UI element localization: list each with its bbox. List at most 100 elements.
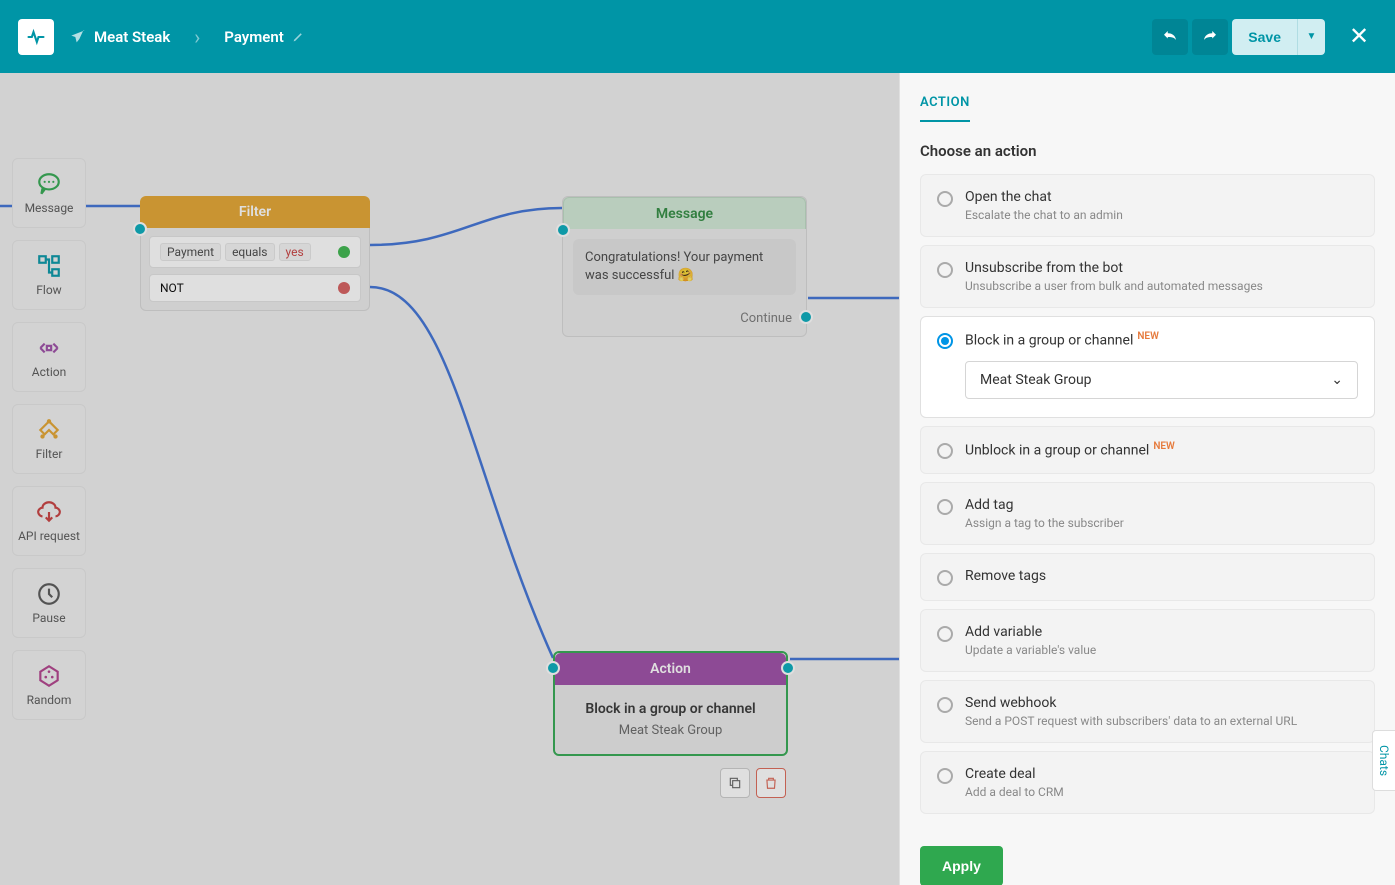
action-node-body: Block in a group or channel Meat Steak G… — [555, 685, 786, 754]
filter-field: Payment — [160, 243, 221, 261]
sidebar-item-label: Flow — [36, 283, 61, 297]
opt-title: Unblock in a group or channelNEW — [965, 441, 1358, 459]
port-in[interactable] — [546, 661, 560, 675]
undo-button[interactable] — [1152, 19, 1188, 55]
node-toolbar — [720, 768, 786, 798]
port-false[interactable] — [338, 282, 350, 294]
sidebar-item-api[interactable]: API request — [12, 486, 86, 556]
option-add-variable[interactable]: Add variable Update a variable's value — [920, 609, 1375, 672]
opt-desc: Update a variable's value — [965, 643, 1358, 657]
api-icon — [36, 499, 62, 525]
chats-tab[interactable]: Chats — [1372, 730, 1395, 791]
pause-icon — [36, 581, 62, 607]
opt-desc: Add a deal to CRM — [965, 785, 1358, 799]
undo-icon — [1161, 28, 1179, 46]
radio[interactable] — [937, 443, 953, 459]
opt-title: Create deal — [965, 766, 1358, 782]
bot-name: Meat Steak — [94, 28, 170, 46]
radio[interactable] — [937, 333, 953, 349]
opt-title: Send webhook — [965, 695, 1358, 711]
delete-node-button[interactable] — [756, 768, 786, 798]
port-out[interactable] — [799, 310, 813, 324]
sidebar-item-filter[interactable]: Filter — [12, 404, 86, 474]
radio[interactable] — [937, 499, 953, 515]
panel-heading: Choose an action — [920, 142, 1375, 160]
filter-rule[interactable]: Payment equals yes — [149, 236, 361, 268]
chevron-down-icon: ⌄ — [1331, 372, 1343, 388]
sidebar-item-random[interactable]: Random — [12, 650, 86, 720]
random-icon — [36, 663, 62, 689]
breadcrumb-separator: › — [194, 25, 200, 49]
save-button[interactable]: Save — [1232, 19, 1297, 55]
action-main-title: Block in a group or channel — [567, 701, 774, 717]
message-node[interactable]: Message Congratulations! Your payment wa… — [562, 196, 807, 337]
filter-node-body: Payment equals yes NOT — [140, 228, 370, 311]
option-block[interactable]: Block in a group or channelNEW Meat Stea… — [920, 316, 1375, 418]
sidebar-item-flow[interactable]: Flow — [12, 240, 86, 310]
sidebar-item-label: Message — [25, 201, 74, 215]
message-bubble: Congratulations! Your payment was succes… — [573, 239, 796, 295]
sidebar-item-label: Pause — [32, 611, 65, 625]
radio[interactable] — [937, 191, 953, 207]
logo[interactable] — [18, 19, 54, 55]
opt-title: Remove tags — [965, 568, 1358, 584]
option-add-tag[interactable]: Add tag Assign a tag to the subscriber — [920, 482, 1375, 545]
new-badge: NEW — [1153, 441, 1175, 452]
close-button[interactable]: ✕ — [1341, 19, 1377, 55]
filter-icon — [36, 417, 62, 443]
radio[interactable] — [937, 570, 953, 586]
option-create-deal[interactable]: Create deal Add a deal to CRM — [920, 751, 1375, 814]
radio[interactable] — [937, 262, 953, 278]
sidebar-item-message[interactable]: Message — [12, 158, 86, 228]
port-in[interactable] — [133, 222, 147, 236]
filter-node[interactable]: Filter Payment equals yes NOT — [140, 196, 370, 311]
radio[interactable] — [937, 626, 953, 642]
group-select[interactable]: Meat Steak Group ⌄ — [965, 361, 1358, 399]
port-in[interactable] — [556, 223, 570, 237]
redo-icon — [1201, 28, 1219, 46]
continue-label[interactable]: Continue — [563, 305, 806, 336]
apply-button[interactable]: Apply — [920, 846, 1003, 885]
radio[interactable] — [937, 697, 953, 713]
redo-button[interactable] — [1192, 19, 1228, 55]
option-unblock[interactable]: Unblock in a group or channelNEW — [920, 426, 1375, 474]
save-dropdown[interactable]: ▼ — [1297, 19, 1325, 55]
filter-node-header: Filter — [140, 196, 370, 228]
sidebar-item-pause[interactable]: Pause — [12, 568, 86, 638]
opt-desc: Escalate the chat to an admin — [965, 208, 1358, 222]
option-send-webhook[interactable]: Send webhook Send a POST request with su… — [920, 680, 1375, 743]
breadcrumb-bot[interactable]: Meat Steak — [70, 28, 170, 46]
copy-node-button[interactable] — [720, 768, 750, 798]
filter-value: yes — [279, 243, 311, 261]
breadcrumb-flow[interactable]: Payment — [224, 28, 304, 46]
opt-title: Unsubscribe from the bot — [965, 260, 1358, 276]
flow-icon — [36, 253, 62, 279]
action-node[interactable]: Action Block in a group or channel Meat … — [553, 651, 788, 756]
port-true[interactable] — [338, 246, 350, 258]
option-remove-tags[interactable]: Remove tags — [920, 553, 1375, 601]
action-icon — [36, 335, 62, 361]
sidebar-item-label: Filter — [36, 447, 63, 461]
pencil-icon[interactable] — [292, 30, 305, 43]
option-unsubscribe[interactable]: Unsubscribe from the bot Unsubscribe a u… — [920, 245, 1375, 308]
opt-title: Open the chat — [965, 189, 1358, 205]
radio[interactable] — [937, 768, 953, 784]
header-actions: Save ▼ ✕ — [1152, 19, 1377, 55]
header: Meat Steak › Payment Save ▼ ✕ — [0, 0, 1395, 73]
option-open-chat[interactable]: Open the chat Escalate the chat to an ad… — [920, 174, 1375, 237]
panel-tab[interactable]: ACTION — [920, 95, 970, 122]
select-value: Meat Steak Group — [980, 372, 1092, 388]
opt-desc: Send a POST request with subscribers' da… — [965, 714, 1358, 728]
telegram-icon — [70, 29, 86, 45]
action-sub-title: Meat Steak Group — [567, 723, 774, 738]
opt-title: Add variable — [965, 624, 1358, 640]
new-badge: NEW — [1137, 331, 1159, 342]
sidebar-item-action[interactable]: Action — [12, 322, 86, 392]
message-icon — [36, 171, 62, 197]
port-out[interactable] — [781, 661, 795, 675]
copy-icon — [728, 776, 742, 790]
filter-else[interactable]: NOT — [149, 274, 361, 302]
save-group: Save ▼ — [1232, 19, 1325, 55]
filter-operator: equals — [225, 243, 274, 261]
trash-icon — [764, 776, 778, 790]
